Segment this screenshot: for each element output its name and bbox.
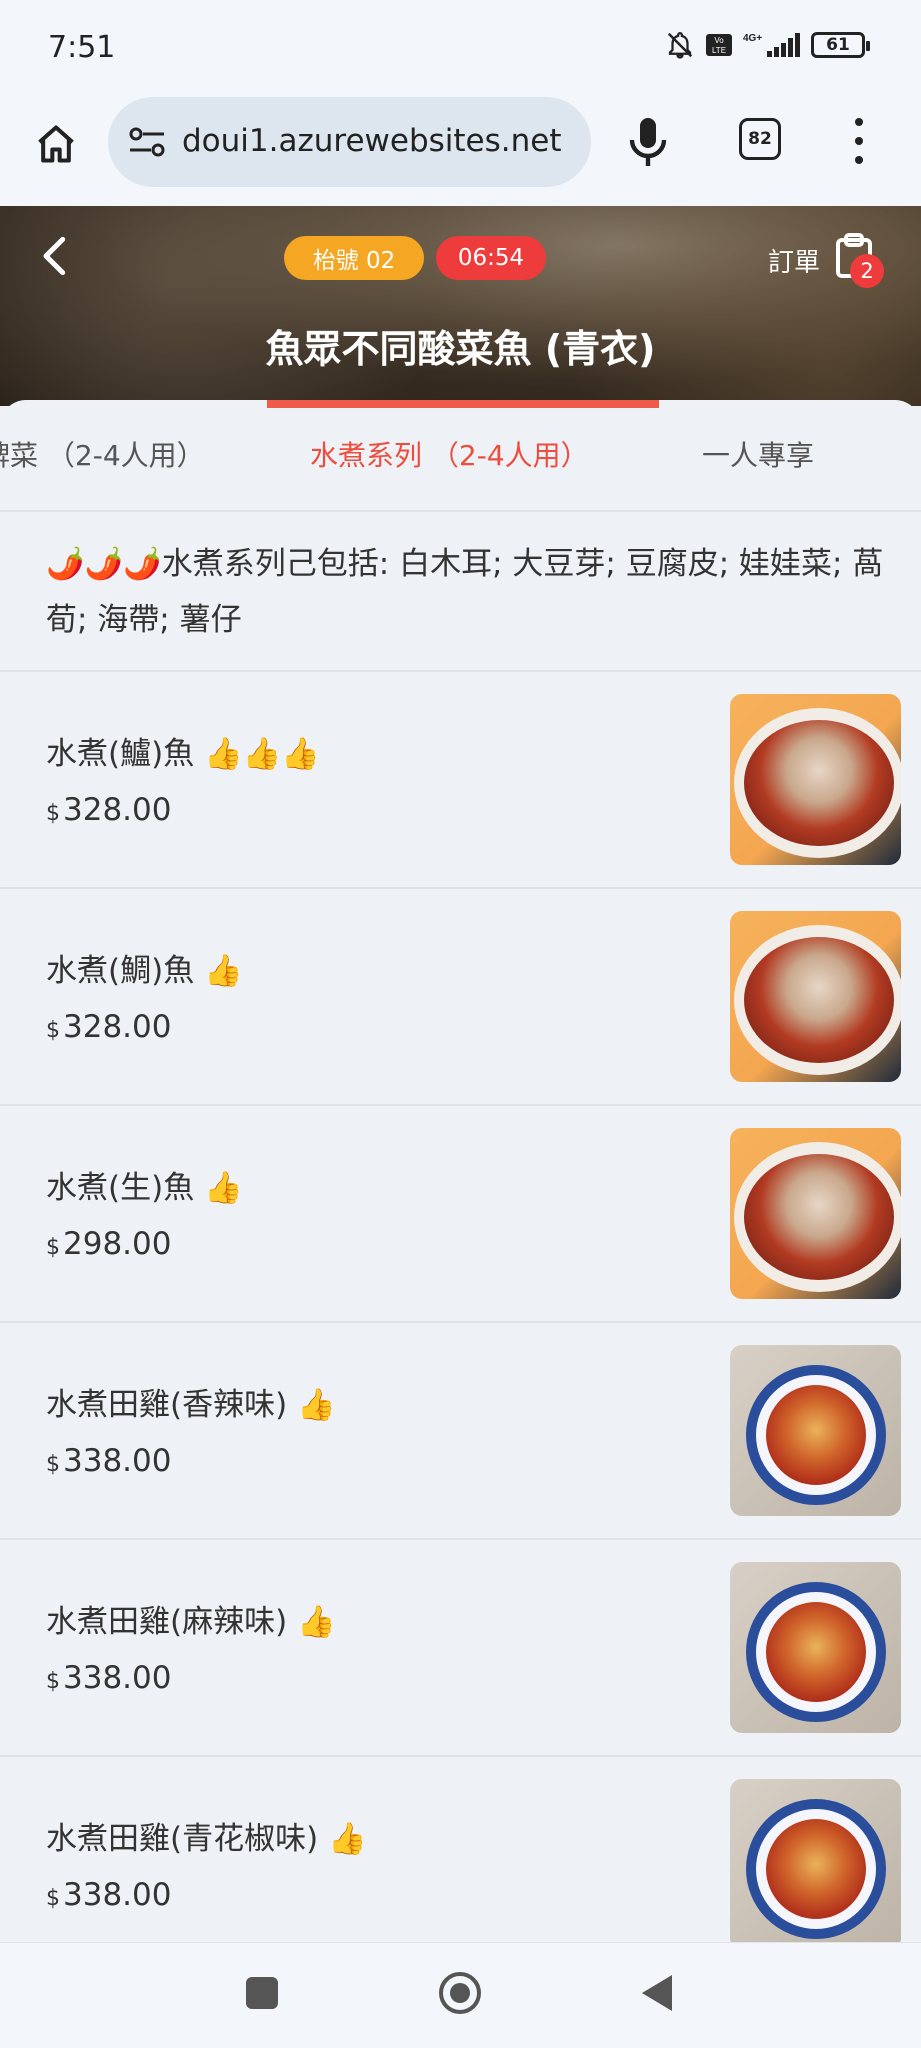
system-navigation-bar <box>0 1942 921 2048</box>
menu-item[interactable]: 水煮(生)魚 👍 $298.00 <box>0 1106 921 1323</box>
svg-text:4G+: 4G+ <box>743 33 762 44</box>
menu-item[interactable]: 水煮田雞(麻辣味) 👍 $338.00 <box>0 1540 921 1757</box>
recent-apps-icon[interactable] <box>246 1977 278 2009</box>
item-price: $338.00 <box>46 1877 172 1913</box>
menu-item[interactable]: 水煮田雞(香辣味) 👍 $338.00 <box>0 1323 921 1540</box>
svg-text:LTE: LTE <box>712 46 726 55</box>
item-name: 水煮田雞(青花椒味) 👍 <box>46 1821 367 1857</box>
fish-dish-image[interactable] <box>730 694 901 865</box>
frog-dish-image[interactable] <box>730 1779 901 1950</box>
tab-switcher-button[interactable]: 82 <box>739 118 781 160</box>
menu-item-list: 水煮(鱸)魚 👍👍👍 $328.00 水煮(鯛)魚 👍 $328.00 水煮(生… <box>0 672 921 1974</box>
item-name: 水煮(鱸)魚 👍👍👍 <box>46 736 320 772</box>
status-icons: Vo LTE 4G+ 61 <box>665 30 870 60</box>
category-tabs: 牌菜 （2-4人用） 水煮系列 （2-4人用） 一人專享 <box>0 400 921 510</box>
frog-dish-image[interactable] <box>730 1345 901 1516</box>
order-label[interactable]: 訂單 <box>768 242 820 279</box>
volte-icon: VoLTE <box>706 34 732 56</box>
category-description: 🌶️🌶️🌶️水煮系列己包括: 白木耳; 大豆芽; 豆腐皮; 娃娃菜; 萵荀; 海… <box>0 510 921 672</box>
item-name: 水煮田雞(麻辣味) 👍 <box>46 1604 336 1640</box>
item-price: $338.00 <box>46 1443 172 1479</box>
svg-text:Vo: Vo <box>714 36 724 45</box>
home-button[interactable] <box>28 116 84 172</box>
tab-boiled-series[interactable]: 水煮系列 （2-4人用） <box>310 434 589 474</box>
item-name: 水煮田雞(香辣味) 👍 <box>46 1387 336 1423</box>
item-price: $328.00 <box>46 1009 172 1045</box>
status-bar: 7:51 Vo LTE 4G+ 61 <box>0 0 921 92</box>
site-settings-icon[interactable] <box>128 125 166 159</box>
order-count-badge: 2 <box>850 254 884 288</box>
timer-badge: 06:54 <box>436 236 546 280</box>
tab-single-serving[interactable]: 一人專享 <box>702 434 814 474</box>
address-bar[interactable]: doui1.azurewebsites.net <box>108 97 591 187</box>
voice-search-button[interactable] <box>624 114 672 174</box>
item-name: 水煮(生)魚 👍 <box>46 1170 243 1206</box>
item-price: $338.00 <box>46 1660 172 1696</box>
active-tab-indicator <box>267 400 659 408</box>
fish-dish-image[interactable] <box>730 911 901 1082</box>
home-icon <box>38 125 74 163</box>
url-text: doui1.azurewebsites.net <box>182 123 562 159</box>
notifications-off-icon <box>667 32 693 59</box>
back-triangle-icon[interactable] <box>642 1975 672 2011</box>
item-price: $298.00 <box>46 1226 172 1262</box>
microphone-icon <box>629 118 667 166</box>
item-name: 水煮(鯛)魚 👍 <box>46 953 243 989</box>
signal-4g-icon: 4G+ <box>743 33 800 57</box>
table-number-badge: 枱號 02 <box>284 236 424 280</box>
home-circle-icon[interactable] <box>439 1972 481 2014</box>
frog-dish-image[interactable] <box>730 1562 901 1733</box>
fish-dish-image[interactable] <box>730 1128 901 1299</box>
item-price: $328.00 <box>46 792 172 828</box>
back-arrow-icon[interactable] <box>36 234 76 278</box>
tab-signature[interactable]: 牌菜 （2-4人用） <box>0 434 205 474</box>
menu-item[interactable]: 水煮(鱸)魚 👍👍👍 $328.00 <box>0 672 921 889</box>
browser-menu-button[interactable] <box>852 118 866 164</box>
restaurant-title: 魚眾不同酸菜魚 (青衣) <box>265 327 656 371</box>
browser-toolbar: doui1.azurewebsites.net 82 <box>0 92 921 206</box>
status-time: 7:51 <box>48 30 116 65</box>
restaurant-header: 枱號 02 06:54 訂單 2 魚眾不同酸菜魚 (青衣) <box>0 206 921 406</box>
battery-icon: 61 <box>811 32 870 58</box>
menu-item[interactable]: 水煮(鯛)魚 👍 $328.00 <box>0 889 921 1106</box>
